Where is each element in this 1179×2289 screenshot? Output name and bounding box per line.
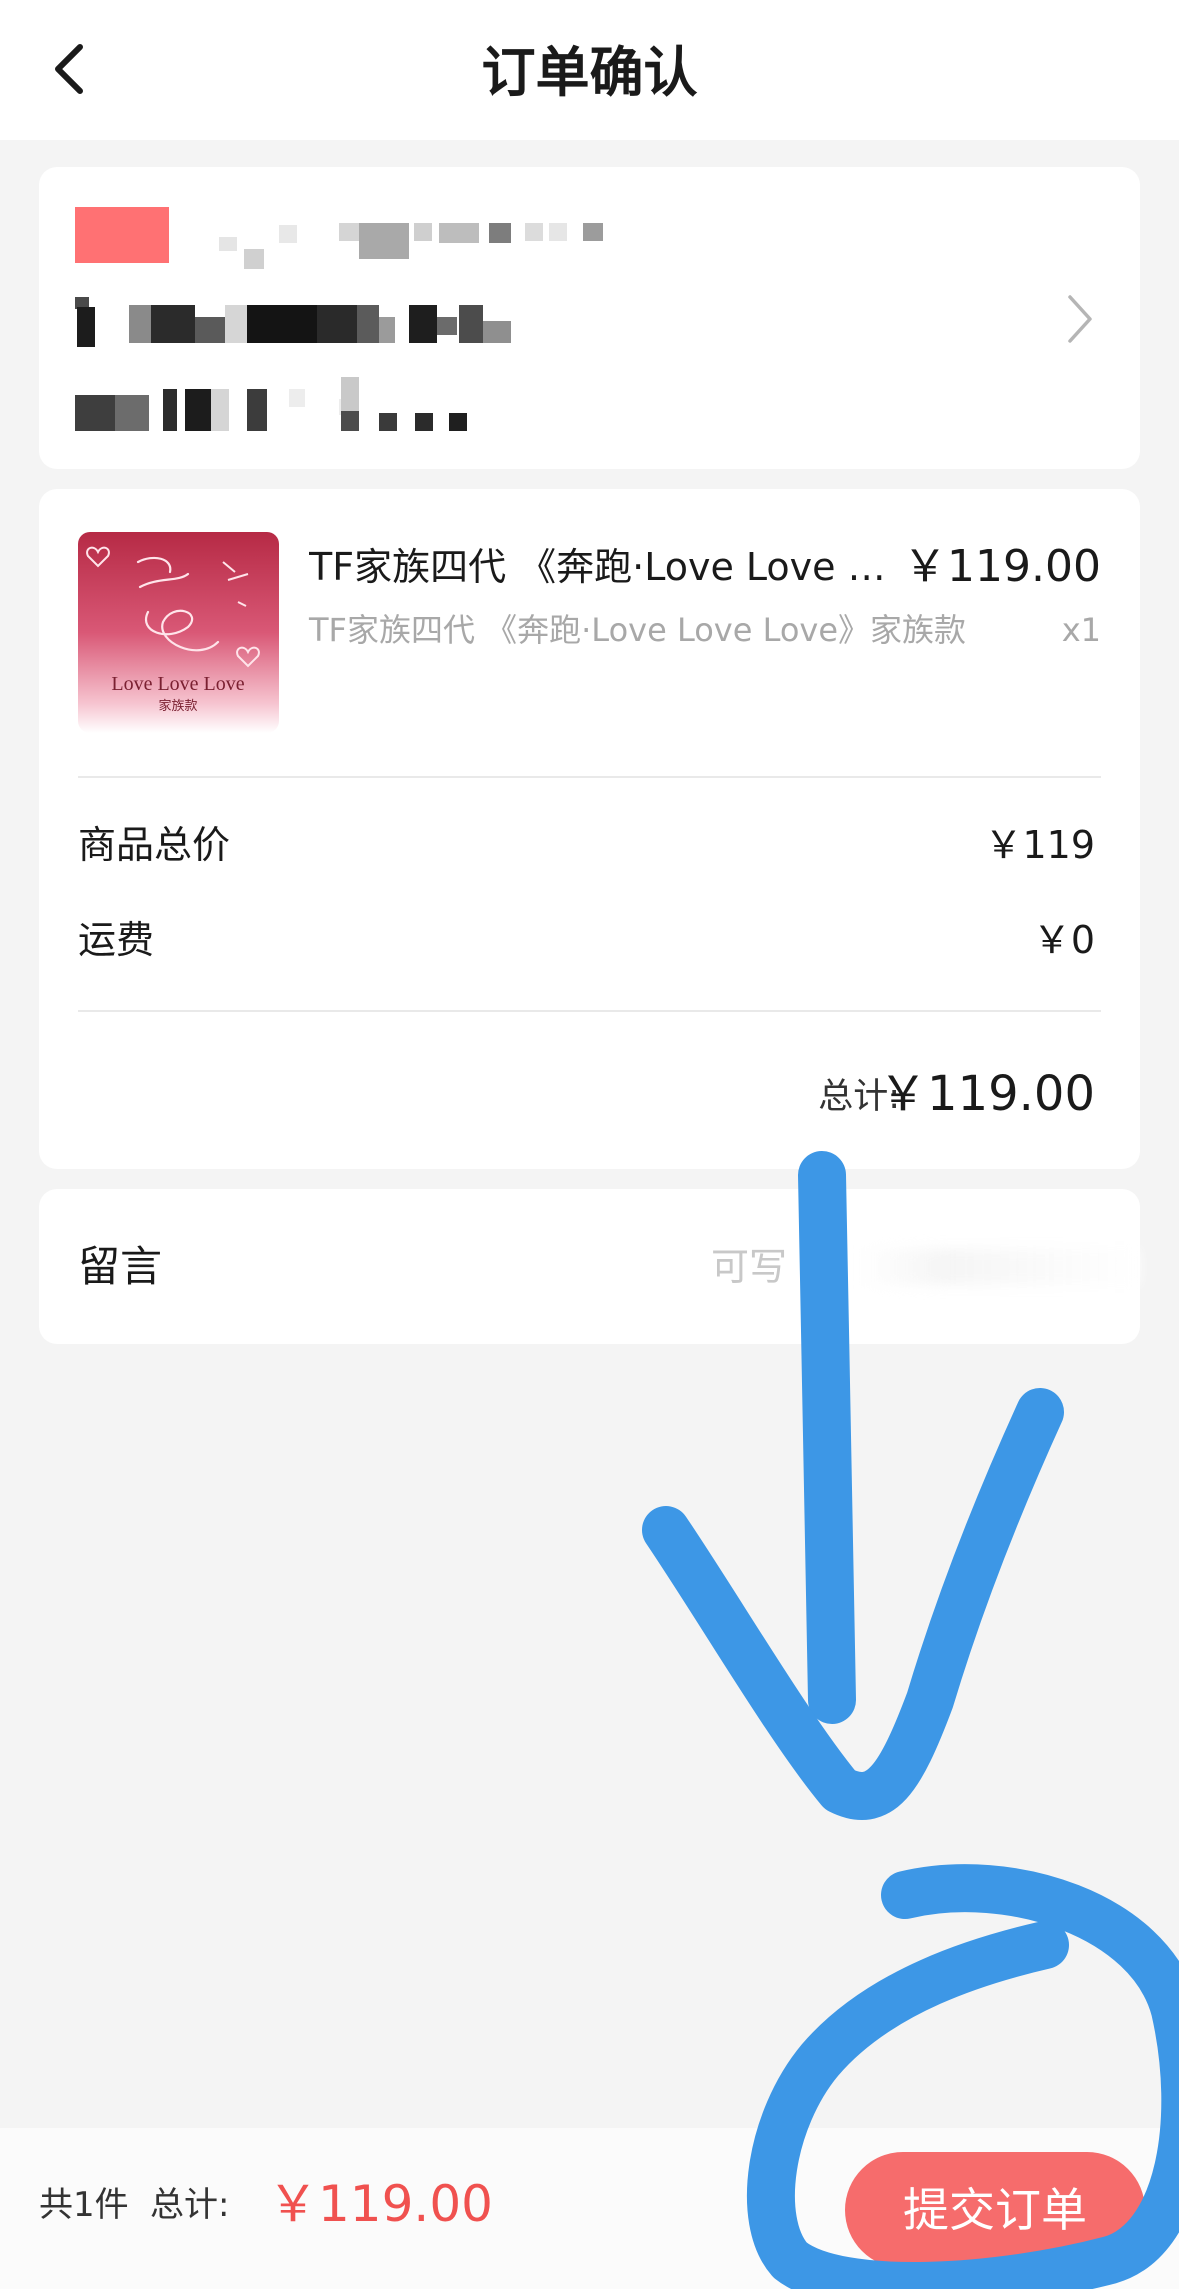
thumb-text-1: Love Love Love: [111, 673, 244, 695]
shipping-label: 运费: [78, 918, 155, 962]
product-quantity: x1: [1061, 611, 1101, 649]
header-bar: 订单确认: [0, 0, 1179, 140]
page-title: 订单确认: [481, 41, 698, 104]
submit-order-button[interactable]: 提交订单: [845, 2152, 1145, 2268]
redacted-address: [39, 167, 939, 467]
address-card[interactable]: [39, 167, 1140, 469]
message-placeholder-blur: [859, 1249, 1139, 1285]
message-card: 留言: [39, 1189, 1140, 1344]
divider: [78, 776, 1101, 778]
bottom-total-value: ￥119.00: [268, 2175, 493, 2233]
order-total-value: ￥119.00: [879, 1066, 1095, 1122]
chevron-right-icon: [1068, 295, 1092, 343]
product-thumbnail[interactable]: Love Love Love 家族款: [78, 532, 279, 733]
product-title[interactable]: TF家族四代 《奔跑·Love Love Love》家族款: [309, 541, 889, 593]
goods-total-label: 商品总价: [78, 823, 231, 867]
product-price: ￥119.00: [903, 541, 1101, 592]
product-variant: TF家族四代 《奔跑·Love Love Love》家族款: [309, 611, 967, 649]
order-card: Love Love Love 家族款 TF家族四代 《奔跑·Love Love …: [39, 489, 1140, 1169]
thumb-text-2: 家族款: [158, 698, 197, 714]
goods-total-value: ￥119: [984, 823, 1095, 867]
message-label: 留言: [78, 1242, 163, 1291]
bottom-total-label: 总计:: [150, 2185, 230, 2225]
bottom-bar: 共1件 总计: ￥119.00 提交订单: [0, 2128, 1179, 2289]
item-count: 共1件: [39, 2185, 129, 2225]
divider: [78, 1010, 1101, 1012]
annotation-arrow-head: [642, 1388, 1064, 1820]
shipping-value: ￥0: [1032, 918, 1095, 962]
